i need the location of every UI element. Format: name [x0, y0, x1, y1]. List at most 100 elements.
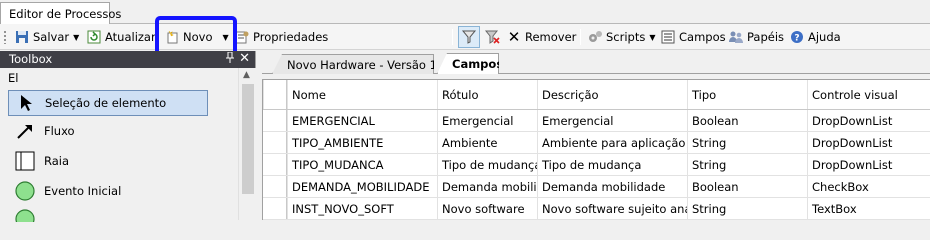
tool-partial-next: [14, 208, 36, 229]
editor-tabs: Novo Hardware - Versão 1 Campos: [262, 51, 930, 74]
column-header-nome[interactable]: Nome: [287, 80, 437, 109]
row-header[interactable]: [263, 198, 287, 219]
save-icon: [14, 29, 30, 45]
update-label: Atualizar: [105, 30, 156, 44]
table-row[interactable]: INST_NOVO_SOFT Novo software Novo softwa…: [263, 198, 930, 220]
lane-icon: [14, 150, 36, 172]
cell-nome[interactable]: TIPO_AMBIENTE: [287, 132, 437, 153]
cell-rotulo[interactable]: Tipo de mudança: [437, 154, 537, 175]
properties-label: Propriedades: [253, 30, 329, 44]
cell-rotulo[interactable]: Demanda mobilid...: [437, 176, 537, 197]
cell-nome[interactable]: TIPO_MUDANCA: [287, 154, 437, 175]
cell-controle-visual[interactable]: DropDownList: [807, 110, 930, 131]
table-row[interactable]: DEMANDA_MOBILIDADE Demanda mobilid... De…: [263, 176, 930, 198]
row-header[interactable]: [263, 176, 287, 197]
roles-button[interactable]: Papéis: [728, 27, 784, 47]
row-header-corner[interactable]: [263, 80, 287, 109]
cell-rotulo[interactable]: Emergencial: [437, 110, 537, 131]
new-button-highlight: [155, 16, 237, 56]
help-button[interactable]: ? Ajuda: [789, 27, 841, 47]
cell-descricao[interactable]: Demanda mobilidade: [537, 176, 687, 197]
tool-start-event[interactable]: Evento Inicial: [8, 178, 208, 204]
close-icon: ✕: [507, 28, 521, 46]
table-row[interactable]: EMERGENCIAL Emergencial Emergencial Bool…: [263, 110, 930, 132]
update-button[interactable]: Atualizar: [86, 27, 156, 47]
toolbar-grip[interactable]: [3, 30, 7, 44]
toolbar-separator: [580, 29, 581, 45]
remove-button[interactable]: ✕ Remover: [506, 27, 577, 47]
tool-element-selection[interactable]: Seleção de elemento: [8, 90, 208, 116]
tab-novo-hardware[interactable]: Novo Hardware - Versão 1: [272, 54, 434, 74]
fields-icon: [660, 29, 676, 45]
cell-rotulo[interactable]: Novo software: [437, 198, 537, 219]
tool-lane[interactable]: Raia: [8, 148, 208, 174]
cell-descricao[interactable]: Novo software sujeito anális...: [537, 198, 687, 219]
filter-icon: [461, 30, 477, 44]
roles-icon: [728, 29, 744, 45]
column-header-tipo[interactable]: Tipo: [687, 80, 807, 109]
table-header-row: Nome Rótulo Descrição Tipo Controle visu…: [263, 80, 930, 110]
refresh-icon: [86, 29, 102, 45]
save-button[interactable]: Salvar ▼: [14, 27, 79, 47]
tool-flow[interactable]: Fluxo: [8, 118, 208, 144]
tab-label: Editor de Processos: [9, 7, 122, 21]
cell-tipo[interactable]: String: [687, 154, 807, 175]
cell-controle-visual[interactable]: DropDownList: [807, 154, 930, 175]
document-tabstrip: Editor de Processos: [0, 0, 930, 25]
fields-button[interactable]: Campos: [660, 27, 726, 47]
pin-icon[interactable]: [225, 51, 235, 67]
row-header[interactable]: [263, 132, 287, 153]
row-header[interactable]: [263, 154, 287, 175]
cell-tipo[interactable]: String: [687, 198, 807, 219]
scripts-label: Scripts: [606, 30, 646, 44]
column-header-controle-visual[interactable]: Controle visual: [807, 80, 930, 109]
tool-label: Raia: [44, 154, 70, 168]
tab-label: Campos: [452, 57, 504, 71]
row-header[interactable]: [263, 110, 287, 131]
chevron-down-icon[interactable]: ▼: [649, 33, 655, 42]
roles-label: Papéis: [747, 30, 785, 44]
tab-editor-de-processos[interactable]: Editor de Processos: [0, 2, 121, 25]
toolbox-header: Toolbox ✕: [0, 51, 255, 68]
scroll-up-icon[interactable]: ▲: [243, 70, 250, 80]
toolbar-separator: [452, 29, 453, 45]
scripts-button[interactable]: Scripts ▼: [587, 27, 656, 47]
cell-descricao[interactable]: Emergencial: [537, 110, 687, 131]
scripts-icon: [587, 29, 603, 45]
tool-label: Fluxo: [44, 124, 75, 138]
column-header-descricao[interactable]: Descrição: [537, 80, 687, 109]
cell-controle-visual[interactable]: DropDownList: [807, 132, 930, 153]
cell-controle-visual[interactable]: TextBox: [807, 198, 930, 219]
table-row[interactable]: TIPO_AMBIENTE Ambiente Ambiente para apl…: [263, 132, 930, 154]
tool-label: Evento Inicial: [44, 184, 122, 198]
scrollbar-thumb[interactable]: [242, 84, 254, 194]
fields-table: Nome Rótulo Descrição Tipo Controle visu…: [262, 79, 930, 220]
column-header-rotulo[interactable]: Rótulo: [437, 80, 537, 109]
cell-descricao[interactable]: Tipo de mudança: [537, 154, 687, 175]
filter-toggle-button[interactable]: [458, 26, 480, 48]
cell-rotulo[interactable]: Ambiente: [437, 132, 537, 153]
cell-nome[interactable]: INST_NOVO_SOFT: [287, 198, 437, 219]
tool-label: Seleção de elemento: [45, 96, 167, 110]
cell-nome[interactable]: DEMANDA_MOBILIDADE: [287, 176, 437, 197]
cell-nome[interactable]: EMERGENCIAL: [287, 110, 437, 131]
cell-descricao[interactable]: Ambiente para aplicação de...: [537, 132, 687, 153]
cell-tipo[interactable]: Boolean: [687, 176, 807, 197]
help-label: Ajuda: [808, 30, 841, 44]
remove-label: Remover: [525, 30, 577, 44]
table-row[interactable]: TIPO_MUDANCA Tipo de mudança Tipo de mud…: [263, 154, 930, 176]
toolbox-group-label: El: [8, 71, 19, 85]
properties-button[interactable]: Propriedades: [234, 27, 328, 47]
toolbox-body: El Seleção de elemento Fluxo Raia Evento…: [0, 68, 238, 229]
cell-controle-visual[interactable]: CheckBox: [807, 176, 930, 197]
cell-tipo[interactable]: Boolean: [687, 110, 807, 131]
toolbox-scrollbar[interactable]: ▲: [238, 68, 256, 220]
filter-clear-button[interactable]: [484, 27, 503, 47]
close-icon[interactable]: ✕: [239, 51, 250, 66]
chevron-down-icon[interactable]: ▼: [73, 33, 79, 42]
toolbox-panel: Toolbox ✕ El Seleção de elemento Fluxo R…: [0, 51, 256, 229]
tab-campos[interactable]: Campos: [437, 53, 499, 74]
cell-tipo[interactable]: String: [687, 132, 807, 153]
help-icon: ?: [789, 29, 805, 45]
pointer-icon: [15, 92, 37, 114]
